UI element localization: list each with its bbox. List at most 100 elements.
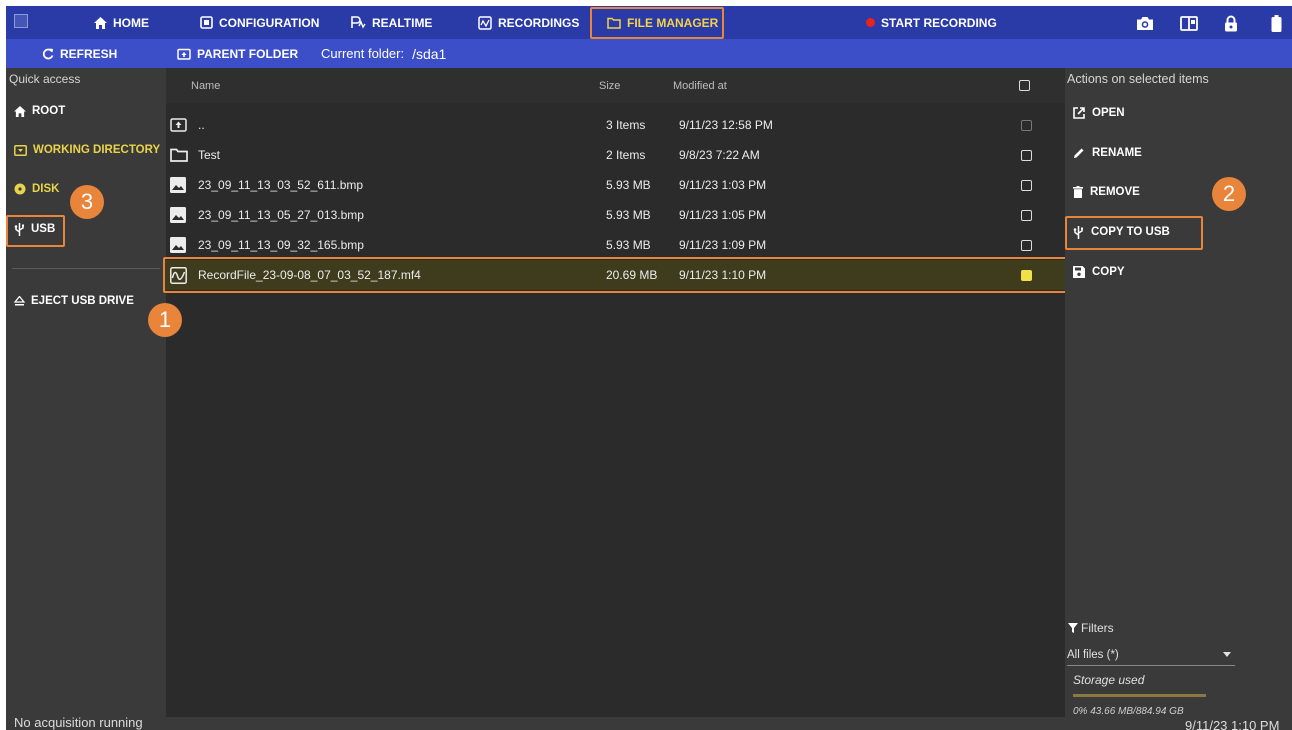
file-size: 5.93 MB — [606, 238, 651, 252]
parent-folder-icon — [170, 110, 187, 140]
nav-home[interactable]: HOME — [94, 6, 149, 39]
file-size: 5.93 MB — [606, 178, 651, 192]
quick-access-sidebar: Quick access ROOT WORKING DIRECTORY DISK… — [6, 68, 166, 730]
pencil-icon — [1074, 148, 1084, 158]
file-row[interactable]: Test 2 Items 9/8/23 7:22 AM — [166, 140, 1065, 170]
configuration-icon — [200, 16, 213, 29]
start-recording-button[interactable]: START RECORDING — [866, 6, 997, 39]
current-folder-display: Current folder: /sda1 — [321, 39, 446, 68]
select-all-checkbox[interactable] — [1019, 80, 1030, 91]
dropdown-arrow-icon — [1223, 652, 1231, 657]
rename-label: RENAME — [1092, 147, 1142, 159]
waveform-icon — [170, 260, 187, 290]
eject-usb-label: EJECT USB DRIVE — [31, 295, 134, 307]
row-checkbox[interactable] — [1021, 200, 1032, 230]
file-row[interactable]: 23_09_11_13_03_52_611.bmp 5.93 MB 9/11/2… — [166, 170, 1065, 200]
filter-select-value: All files (*) — [1067, 648, 1119, 661]
lock-icon[interactable] — [1221, 13, 1241, 33]
file-list-header: Name Size Modified at — [166, 68, 1065, 103]
file-modified: 9/11/23 1:10 PM — [679, 268, 767, 282]
quick-access-usb[interactable]: USB — [14, 219, 55, 239]
start-recording-label: START RECORDING — [881, 15, 997, 30]
parent-folder-label: PARENT FOLDER — [197, 46, 299, 61]
folder-icon — [607, 17, 621, 29]
quick-access-disk[interactable]: DISK — [14, 179, 59, 199]
column-modified[interactable]: Modified at — [673, 80, 727, 92]
trash-icon — [1073, 186, 1083, 198]
callout-badge-1: 1 — [148, 303, 182, 337]
open-button[interactable]: OPEN — [1073, 103, 1125, 123]
nav-realtime[interactable]: REALTIME — [351, 6, 432, 39]
actions-panel: Actions on selected items OPEN RENAME RE… — [1065, 68, 1292, 730]
file-row-selected[interactable]: RecordFile_23-09-08_07_03_52_187.mf4 20.… — [166, 260, 1065, 290]
nav-configuration[interactable]: CONFIGURATION — [200, 6, 319, 39]
row-checkbox[interactable] — [1021, 230, 1032, 260]
callout-badge-2: 2 — [1212, 177, 1246, 211]
remove-button[interactable]: REMOVE — [1073, 182, 1140, 202]
column-size[interactable]: Size — [599, 80, 620, 92]
datetime-display: 9/11/23 1:10 PM — [1185, 718, 1280, 730]
filters-label: Filters — [1081, 621, 1114, 635]
copy-label: COPY — [1092, 266, 1125, 278]
copy-button[interactable]: COPY — [1073, 262, 1125, 282]
nav-recordings[interactable]: RECORDINGS — [478, 6, 579, 39]
filters-heading: Filters — [1068, 621, 1114, 635]
file-modified: 9/11/23 1:03 PM — [679, 178, 767, 192]
filter-select[interactable]: All files (*) — [1067, 644, 1235, 666]
refresh-button[interactable]: REFRESH — [42, 39, 117, 68]
app-logo-icon — [14, 14, 28, 28]
row-checkbox-checked[interactable] — [1021, 260, 1032, 290]
row-checkbox[interactable] — [1021, 170, 1032, 200]
usb-icon — [1073, 225, 1083, 239]
file-size: 3 Items — [606, 118, 646, 132]
acquisition-status: No acquisition running — [14, 715, 143, 730]
book-icon[interactable] — [1179, 13, 1199, 33]
usb-icon — [14, 222, 24, 236]
row-checkbox[interactable] — [1021, 110, 1032, 140]
quick-access-root[interactable]: ROOT — [14, 101, 65, 121]
working-directory-icon — [14, 144, 27, 156]
copy-to-usb-label: COPY TO USB — [1091, 226, 1170, 238]
file-modified: 9/11/23 12:58 PM — [679, 118, 773, 132]
quick-access-usb-label: USB — [31, 223, 56, 235]
quick-access-disk-label: DISK — [32, 183, 60, 195]
file-modified: 9/8/23 7:22 AM — [679, 148, 760, 162]
file-size: 20.69 MB — [606, 268, 658, 282]
eject-usb-button[interactable]: EJECT USB DRIVE — [14, 291, 134, 311]
rename-button[interactable]: RENAME — [1073, 143, 1142, 163]
parent-folder-icon — [177, 48, 191, 60]
refresh-icon — [42, 48, 54, 59]
nav-realtime-label: REALTIME — [372, 15, 433, 30]
file-row[interactable]: .. 3 Items 9/11/23 12:58 PM — [166, 110, 1065, 140]
sidebar-divider — [12, 268, 160, 269]
nav-file-manager[interactable]: FILE MANAGER — [607, 6, 718, 39]
file-row[interactable]: 23_09_11_13_09_32_165.bmp 5.93 MB 9/11/2… — [166, 230, 1065, 260]
nav-configuration-label: CONFIGURATION — [219, 15, 320, 30]
app-window: HOME CONFIGURATION REALTIME RECORDINGS F… — [6, 6, 1292, 730]
file-list: Name Size Modified at .. 3 Items 9/11/23… — [163, 68, 1067, 717]
file-name: 23_09_11_13_03_52_611.bmp — [198, 178, 364, 192]
top-nav-bar: HOME CONFIGURATION REALTIME RECORDINGS F… — [6, 6, 1292, 39]
folder-icon — [170, 140, 188, 170]
refresh-label: REFRESH — [60, 46, 118, 61]
image-icon — [170, 200, 186, 230]
file-row[interactable]: 23_09_11_13_05_27_013.bmp 5.93 MB 9/11/2… — [166, 200, 1065, 230]
file-size: 2 Items — [606, 148, 646, 162]
file-name: RecordFile_23-09-08_07_03_52_187.mf4 — [198, 268, 421, 282]
current-folder-value: /sda1 — [412, 45, 447, 62]
copy-to-usb-button[interactable]: COPY TO USB — [1073, 222, 1170, 242]
filter-icon — [1068, 623, 1078, 633]
callout-badge-3: 3 — [70, 185, 104, 219]
column-name[interactable]: Name — [191, 80, 220, 92]
actions-title: Actions on selected items — [1067, 72, 1209, 86]
realtime-icon — [351, 16, 366, 29]
nav-recordings-label: RECORDINGS — [498, 15, 580, 30]
record-dot-icon — [866, 18, 875, 27]
storage-label: Storage used — [1073, 673, 1145, 687]
row-checkbox[interactable] — [1021, 140, 1032, 170]
camera-icon[interactable] — [1135, 13, 1155, 33]
parent-folder-button[interactable]: PARENT FOLDER — [177, 39, 298, 68]
storage-text: 0% 43.66 MB/884.94 GB — [1073, 706, 1184, 717]
quick-access-working-directory[interactable]: WORKING DIRECTORY — [14, 140, 160, 160]
recordings-icon — [478, 15, 492, 30]
